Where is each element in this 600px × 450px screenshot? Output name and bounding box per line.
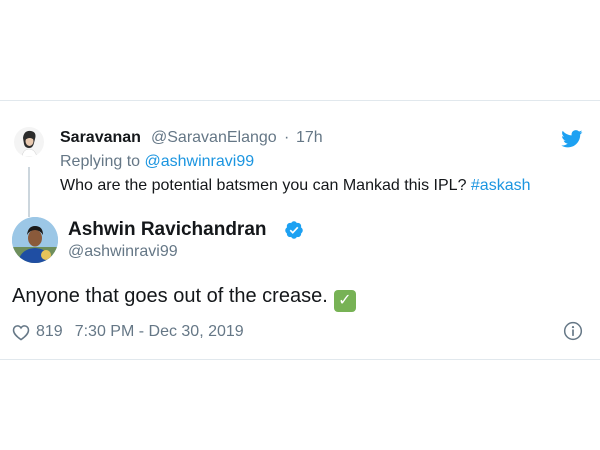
tweet-footer: 819 7:30 PM - Dec 30, 2019	[12, 322, 244, 342]
tweet-timestamp[interactable]: 7:30 PM - Dec 30, 2019	[75, 323, 244, 341]
hashtag-link[interactable]: #askash	[471, 177, 531, 194]
tweet-text: Anyone that goes out of the crease. ✓	[12, 285, 356, 312]
replying-to-mention[interactable]: @ashwinravi99	[145, 153, 255, 170]
parent-time[interactable]: 17h	[296, 129, 323, 147]
replying-to-line: Replying to @ashwinravi99	[60, 153, 254, 171]
author-avatar[interactable]	[12, 217, 58, 263]
avatar-photo-icon	[14, 127, 44, 157]
parent-tweet-text: Who are the potential batsmen you can Ma…	[60, 177, 531, 195]
parent-text-body: Who are the potential batsmen you can Ma…	[60, 177, 471, 194]
replying-to-label: Replying to	[60, 153, 141, 170]
embedded-tweet-card: Saravanan @SaravanElango · 17h Replying …	[0, 100, 600, 360]
info-icon[interactable]	[563, 321, 583, 341]
thread-connector-line	[28, 167, 30, 217]
author-handle[interactable]: @ashwinravi99	[68, 243, 178, 261]
avatar-photo-icon	[12, 217, 58, 263]
heart-icon[interactable]	[12, 324, 30, 341]
twitter-bird-icon[interactable]	[561, 130, 583, 148]
tweet-text-body: Anyone that goes out of the crease.	[12, 285, 328, 307]
check-mark-emoji-icon: ✓	[333, 290, 356, 312]
parent-author-handle[interactable]: @SaravanElango	[151, 129, 277, 147]
verified-badge-icon	[285, 221, 303, 239]
author-name[interactable]: Ashwin Ravichandran	[68, 219, 267, 241]
parent-author-name[interactable]: Saravanan	[60, 129, 141, 147]
parent-avatar[interactable]	[14, 127, 44, 157]
like-count[interactable]: 819	[36, 323, 63, 341]
parent-time-separator: ·	[284, 129, 290, 146]
